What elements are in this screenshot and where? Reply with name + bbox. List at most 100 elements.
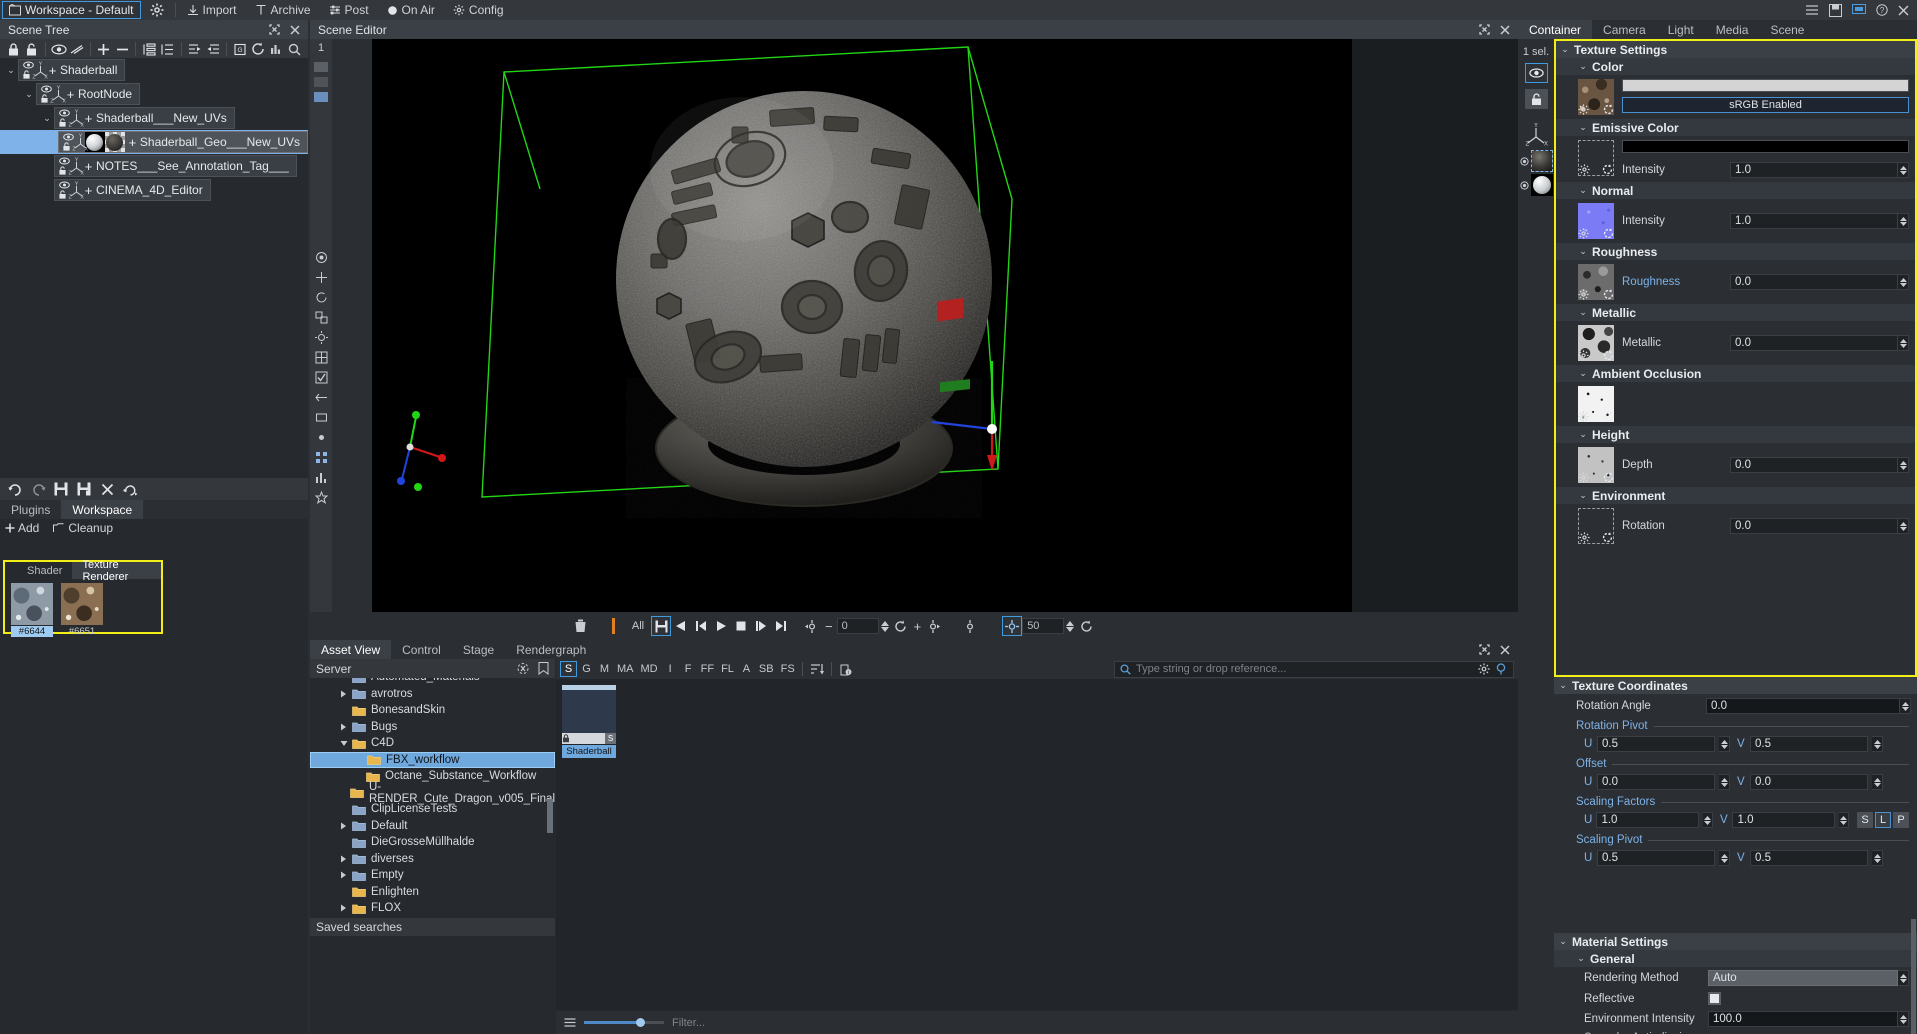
increment-frame-button[interactable]: + <box>911 619 925 634</box>
texture-reload-icon[interactable] <box>1603 104 1614 115</box>
stop-button[interactable] <box>731 616 751 636</box>
v-field[interactable]: 1.0 <box>1732 812 1834 828</box>
delete-keys-button[interactable] <box>570 616 590 636</box>
scene-tree-row[interactable]: ⌄YZX+Shaderball <box>0 58 308 82</box>
texture-reload-icon[interactable] <box>1603 472 1614 483</box>
height-texture[interactable] <box>1578 447 1614 483</box>
asset-filter-m[interactable]: M <box>596 661 613 677</box>
lock-icon[interactable] <box>58 190 67 199</box>
field-value[interactable]: 1.0 <box>1730 162 1898 178</box>
folder-row[interactable]: diverses <box>310 851 555 868</box>
folder-expand-icon[interactable] <box>340 690 352 698</box>
number-value[interactable]: 100.0 <box>1708 1011 1898 1027</box>
play-button[interactable] <box>711 616 731 636</box>
shaderbox-tab[interactable]: Texture Renderer <box>72 562 161 579</box>
color-texture[interactable] <box>1578 79 1614 115</box>
indent-right-icon[interactable] <box>186 40 204 58</box>
saved-searches-header[interactable]: Saved searches <box>310 918 555 936</box>
material-settings-header[interactable]: ⌄ Material Settings <box>1554 933 1917 950</box>
properties-content[interactable]: ⌄ Texture Settings ⌄ColorsRGB Enabled⌄Em… <box>1554 39 1917 1034</box>
folder-row[interactable]: Automated_Materials <box>310 678 555 686</box>
remove-icon[interactable] <box>113 40 131 58</box>
scene-tree-node[interactable]: YZX+Shaderball_Geo___New_UVs <box>58 131 308 153</box>
asset-filter-ff[interactable]: FF <box>698 661 717 677</box>
layout-icon-2[interactable] <box>314 77 328 87</box>
close-icon[interactable] <box>97 480 117 498</box>
refresh-icon[interactable] <box>249 40 267 58</box>
scene-tree-row[interactable]: YZX+CINEMA_4D_Editor <box>0 178 308 202</box>
chevron-down-icon[interactable]: ⌄ <box>40 113 54 124</box>
asset-filter-a[interactable]: A <box>738 661 755 677</box>
material-general-header[interactable]: ⌄ General <box>1554 950 1917 967</box>
lock-icon[interactable] <box>22 70 31 79</box>
field-value[interactable]: 0.0 <box>1730 518 1898 534</box>
v-field[interactable]: 0.5 <box>1750 736 1868 752</box>
chart-icon[interactable] <box>268 40 286 58</box>
texture-section-header[interactable]: ⌄Metallic <box>1556 304 1915 321</box>
folder-row[interactable]: avrotros <box>310 686 555 703</box>
node-visibility-controls[interactable]: YZX <box>55 156 81 176</box>
texture-reload-icon[interactable] <box>1603 350 1614 361</box>
color-swatch[interactable] <box>1622 140 1909 153</box>
folder-row[interactable]: FBX_workflow <box>310 752 555 769</box>
current-frame-field[interactable]: 0 <box>837 618 879 634</box>
node-visibility-controls[interactable]: YZX <box>55 180 81 200</box>
asset-search-field[interactable]: Type string or drop reference... <box>1114 661 1514 678</box>
node-visibility-controls[interactable]: YZX <box>59 132 85 152</box>
scene-tree-node[interactable]: YZX+CINEMA_4D_Editor <box>54 179 211 201</box>
texture-reload-icon[interactable] <box>1602 164 1613 175</box>
asset-filter-g[interactable]: G <box>578 661 595 677</box>
texture-settings-icon[interactable] <box>1579 532 1590 543</box>
texture-swatch-list[interactable]: #6644#6651 <box>5 579 161 637</box>
undo-icon[interactable] <box>5 480 25 498</box>
texture-settings-icon[interactable] <box>1579 164 1590 175</box>
asset-filter-i[interactable]: I <box>662 661 679 677</box>
folder-row[interactable]: FLOX <box>310 900 555 916</box>
workspace-tabs[interactable]: PluginsWorkspace <box>0 500 308 519</box>
scene-tree-row[interactable]: ⌄YZX+RootNode <box>0 82 308 106</box>
rotation-angle-stepper[interactable] <box>1900 698 1911 714</box>
folder-expand-icon[interactable] <box>340 822 352 830</box>
lock-icon[interactable] <box>58 118 67 127</box>
properties-tabs[interactable]: ContainerCameraLightMediaScene <box>1518 20 1917 39</box>
asset-filter-f[interactable]: F <box>680 661 697 677</box>
folder-row[interactable]: Empty <box>310 867 555 884</box>
texture-swatch[interactable]: #6644 <box>11 583 53 637</box>
folder-row[interactable]: C4D <box>310 735 555 752</box>
asset-view-tab-stage[interactable]: Stage <box>452 640 505 659</box>
save-icon[interactable] <box>51 480 71 498</box>
lock-icon[interactable] <box>58 166 67 175</box>
reflective-checkbox[interactable] <box>1708 992 1721 1005</box>
u-field[interactable]: 1.0 <box>1596 812 1698 828</box>
end-frame-field[interactable]: 50 <box>1022 618 1064 634</box>
texture-settings-header[interactable]: ⌄ Texture Settings <box>1556 41 1915 58</box>
scene-tree-row[interactable]: ⌄YZX+Shaderball___New_UVs <box>0 106 308 130</box>
shaderbox-tab[interactable]: Shader <box>17 562 72 579</box>
slp-button-s[interactable]: S <box>1857 812 1873 828</box>
field-value[interactable]: 0.0 <box>1730 335 1898 351</box>
u-field[interactable]: 0.5 <box>1597 850 1715 866</box>
folder-row[interactable]: Bugs <box>310 719 555 736</box>
rotation-angle-field[interactable]: 0.0 <box>1706 698 1900 714</box>
menu-import[interactable]: Import <box>178 0 246 20</box>
material-preview-selected[interactable] <box>1520 150 1553 172</box>
material-preview-alt[interactable] <box>1520 174 1553 196</box>
texture-section-header[interactable]: ⌄Height <box>1556 426 1915 443</box>
folder-expand-icon[interactable] <box>340 740 352 747</box>
prev-key-icon[interactable] <box>801 616 821 636</box>
texture-settings-icon[interactable] <box>1578 104 1589 115</box>
set-range-button[interactable] <box>1002 616 1022 636</box>
scene-tree-list[interactable]: ⌄YZX+Shaderball⌄YZX+RootNode⌄YZX+Shaderb… <box>0 58 308 478</box>
roughness-texture[interactable] <box>1578 264 1614 300</box>
go-to-end-button[interactable] <box>771 616 791 636</box>
key-marker-icon[interactable] <box>960 616 980 636</box>
close-app-icon[interactable] <box>1898 5 1909 16</box>
v-field[interactable]: 0.5 <box>1750 850 1868 866</box>
list-icon[interactable] <box>1805 4 1819 16</box>
empty-texture[interactable] <box>1578 140 1614 176</box>
slp-button-p[interactable]: P <box>1893 812 1909 828</box>
bookmark-icon[interactable] <box>538 662 549 675</box>
texture-settings-icon[interactable] <box>1578 411 1589 422</box>
texture-swatch[interactable]: #6651 <box>61 583 103 637</box>
magnifier-plus-icon[interactable] <box>1496 663 1508 675</box>
